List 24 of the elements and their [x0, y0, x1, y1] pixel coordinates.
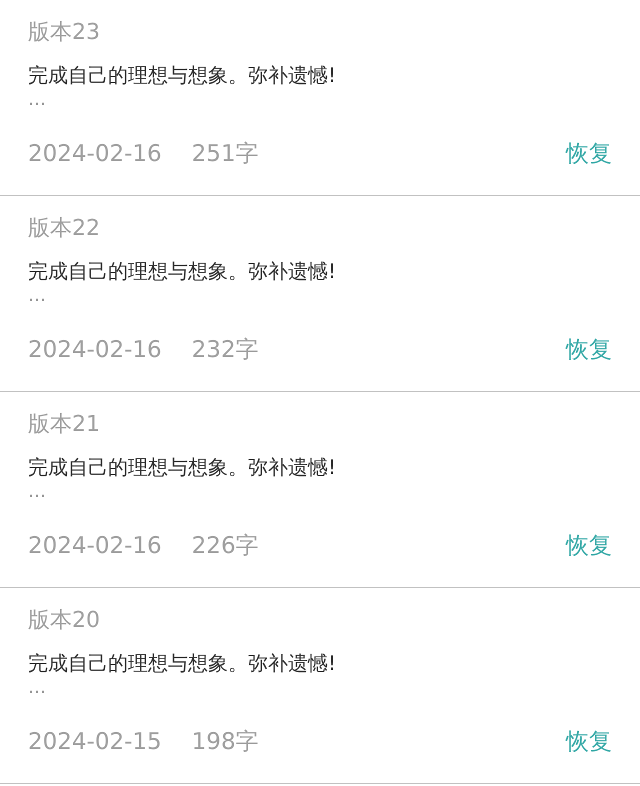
word-count: 226字 [192, 532, 259, 561]
word-count: 232字 [192, 336, 259, 365]
version-title: 版本23 [28, 19, 100, 47]
more-ellipsis: … [28, 481, 46, 503]
version-title: 版本20 [28, 607, 100, 635]
restore-button[interactable]: 恢复 [566, 335, 612, 365]
word-count: 198字 [192, 728, 259, 757]
version-title: 版本21 [28, 411, 100, 439]
version-excerpt: 完成自己的理想与想象。弥补遗憾! [28, 62, 336, 89]
restore-button[interactable]: 恢复 [566, 531, 612, 561]
restore-button[interactable]: 恢复 [566, 139, 612, 169]
more-ellipsis: … [28, 677, 46, 699]
restore-button[interactable]: 恢复 [566, 727, 612, 757]
version-date: 2024-02-16 [28, 532, 162, 561]
more-ellipsis: … [28, 285, 46, 307]
version-title: 版本22 [28, 215, 100, 243]
version-excerpt: 完成自己的理想与想象。弥补遗憾! [28, 258, 336, 285]
version-date: 2024-02-16 [28, 336, 162, 365]
more-ellipsis: … [28, 89, 46, 111]
version-excerpt: 完成自己的理想与想象。弥补遗憾! [28, 454, 336, 481]
word-count: 251字 [192, 140, 259, 169]
version-date: 2024-02-15 [28, 728, 162, 757]
version-date: 2024-02-16 [28, 140, 162, 169]
version-excerpt: 完成自己的理想与想象。弥补遗憾! [28, 650, 336, 677]
